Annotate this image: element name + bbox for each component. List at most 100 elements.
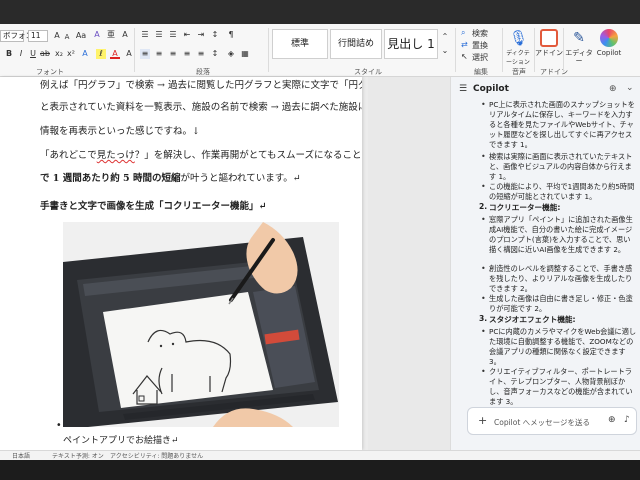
distribute-icon[interactable]: ≡ bbox=[196, 49, 206, 59]
copilot-title: Copilot bbox=[473, 84, 509, 94]
style-group-label: スタイル bbox=[354, 68, 382, 76]
underline-icon[interactable]: U bbox=[28, 49, 38, 59]
copilot-input-placeholder: Copilot へメッセージを送る bbox=[494, 418, 591, 427]
editor-pen-icon: ✎ bbox=[573, 30, 585, 46]
show-marks-icon[interactable]: ¶ bbox=[226, 30, 236, 40]
bullet-dot: • bbox=[481, 100, 486, 109]
doc-text-bold: で 1 週間あたり約 5 時間の短縮 bbox=[40, 173, 181, 184]
align-right-icon[interactable]: ≡ bbox=[168, 49, 178, 59]
divider bbox=[455, 28, 456, 72]
bullet-dot: • bbox=[481, 294, 486, 303]
search-icon[interactable]: ⌕ bbox=[461, 28, 465, 38]
font-color-icon[interactable]: A bbox=[110, 49, 120, 59]
document-page[interactable]: 例えば「円グラフ」で検索 → 過去に閲覧した円グラフと実際に文字で「円グラフ」 … bbox=[0, 77, 362, 450]
copilot-bullet-text: クリエイティブフィルター、ポートレートライト、テレプロンプター、人物背景削ぼかし… bbox=[489, 367, 633, 406]
copilot-logo-icon bbox=[600, 29, 618, 47]
microphone-icon[interactable]: ♪ bbox=[624, 415, 630, 425]
doc-text-flagged: 見たっけ bbox=[96, 150, 135, 161]
text-prediction-status[interactable]: テキスト予測: オン bbox=[52, 451, 104, 460]
doc-text: 「あれどこで bbox=[40, 150, 97, 161]
char-shading-icon[interactable]: A bbox=[124, 49, 134, 59]
plus-icon[interactable]: + bbox=[478, 414, 487, 427]
select-icon[interactable]: ↖ bbox=[461, 52, 468, 61]
select-button[interactable]: 選択 bbox=[472, 52, 488, 63]
find-button[interactable]: 検索 bbox=[472, 28, 488, 39]
voice-group-label: 音声 bbox=[512, 68, 526, 76]
section-title: スタジオエフェクト機能: bbox=[489, 315, 576, 324]
microphone-icon: 🎙 bbox=[509, 29, 529, 47]
italic-icon[interactable]: I bbox=[16, 49, 26, 59]
grow-font-button[interactable]: A bbox=[52, 31, 62, 41]
divider bbox=[502, 28, 503, 72]
line-spacing-icon[interactable]: ↕ bbox=[210, 49, 220, 59]
style-normal[interactable]: 標準 bbox=[272, 29, 328, 59]
copilot-bullet-text: 創造性のレベルを調整することで、手書き感を残したり、よりリアルな画像を生成したり… bbox=[489, 264, 633, 293]
enclose-char-icon[interactable]: A bbox=[120, 30, 130, 40]
replace-button[interactable]: 置換 bbox=[472, 40, 488, 51]
tablet-drawing-photo bbox=[63, 222, 339, 427]
font-group-label: フォント bbox=[36, 68, 64, 76]
new-chat-icon[interactable]: ⊕ bbox=[609, 84, 617, 94]
language-status[interactable]: 日本語 bbox=[12, 451, 30, 460]
superscript-icon[interactable]: x² bbox=[66, 49, 76, 59]
bullet-dot: • bbox=[481, 367, 486, 376]
dictate-label: ディクテーション bbox=[506, 50, 530, 66]
accessibility-status[interactable]: アクセシビリティ: 問題ありません bbox=[110, 451, 203, 460]
doc-line-5: で 1 週間あたり約 5 時間の短縮が叶うと謳われています。↵ bbox=[40, 170, 301, 184]
font-size-dropdown[interactable]: 11 bbox=[28, 30, 48, 42]
status-bar: 日本語 テキスト予測: オン アクセシビリティ: 問題ありません bbox=[0, 450, 640, 460]
doc-text: ？」を解決し、作業再開がとてもスムーズになることから bbox=[134, 150, 362, 161]
numbering-icon[interactable]: ☰ bbox=[154, 30, 164, 40]
addin-label: アドイン bbox=[535, 49, 563, 57]
bullet-dot: • bbox=[481, 152, 486, 161]
shading-icon[interactable]: ◈ bbox=[226, 49, 236, 59]
copilot-bullet-text: PC上に表示された画面のスナップショットをリアルタイムに保存し、キーワードを入力… bbox=[489, 100, 635, 149]
doc-line-3: 情報を再表示といった感じですね。↓ bbox=[40, 126, 200, 137]
borders-icon[interactable]: ▦ bbox=[240, 49, 250, 59]
doc-line-1: 例えば「円グラフ」で検索 → 過去に閲覧した円グラフと実際に文字で「円グラフ」 bbox=[40, 80, 362, 91]
highlight-icon[interactable]: ℓ bbox=[96, 49, 106, 59]
editor-button[interactable]: ✎ エディター bbox=[565, 29, 593, 65]
bullets-icon[interactable]: ☰ bbox=[140, 30, 150, 40]
decrease-indent-icon[interactable]: ⇤ bbox=[182, 30, 192, 40]
text-effect-icon[interactable]: A bbox=[80, 49, 90, 59]
font-name-dropdown[interactable]: ボフォント bbox=[0, 30, 41, 42]
divider bbox=[563, 28, 564, 72]
shrink-font-button[interactable]: A bbox=[62, 32, 72, 42]
edit-group-label: 編集 bbox=[474, 68, 488, 76]
copilot-bullet-text: PCに内蔵のカメラやマイクをWeb会議に適した環境に自動調整する機能で、ZOOM… bbox=[489, 327, 637, 366]
styles-more-icon[interactable]: ⌄ bbox=[440, 46, 450, 56]
image-caption: ペイントアプリでお絵描き↵ bbox=[63, 436, 179, 446]
clear-format-icon[interactable]: A bbox=[92, 30, 102, 40]
dictate-button[interactable]: 🎙 ディクテーション bbox=[504, 29, 532, 67]
doc-heading: 手書きと文字で画像を生成「コクリエーター機能」↵ bbox=[40, 201, 267, 212]
section-number: 2. bbox=[479, 202, 488, 211]
strike-icon[interactable]: ab bbox=[40, 49, 50, 59]
addin-button[interactable]: アドイン bbox=[535, 29, 563, 57]
align-left-icon[interactable]: ≡ bbox=[140, 49, 150, 59]
doc-line-2: と表示されていた資料を一覧表示、施設の名前で検索 → 過去に調べた施設に関する bbox=[40, 102, 362, 113]
style-no-spacing[interactable]: 行間詰め bbox=[330, 29, 382, 59]
bullet-dot: • bbox=[481, 182, 486, 191]
chevron-down-icon[interactable]: ⌄ bbox=[626, 83, 634, 93]
copilot-bullet-text: 生成した画像は自由に書き足し・修正・色塗りが可能です 2。 bbox=[489, 294, 633, 313]
subscript-icon[interactable]: x₂ bbox=[54, 49, 64, 59]
increase-indent-icon[interactable]: ⇥ bbox=[196, 30, 206, 40]
copilot-message-input[interactable]: + Copilot へメッセージを送る ⊕ ♪ bbox=[467, 407, 637, 435]
addin-icon bbox=[540, 29, 558, 47]
menu-icon[interactable]: ☰ bbox=[459, 84, 467, 94]
align-center-icon[interactable]: ≡ bbox=[154, 49, 164, 59]
multilevel-icon[interactable]: ☰ bbox=[168, 30, 178, 40]
copilot-ribbon-button[interactable]: Copilot bbox=[593, 29, 625, 57]
styles-scroll-up-icon[interactable]: ⌃ bbox=[440, 32, 450, 42]
change-case-button[interactable]: Aa bbox=[74, 31, 88, 41]
sort-icon[interactable]: ↕ bbox=[210, 30, 220, 40]
divider bbox=[134, 28, 135, 72]
phonetic-icon[interactable]: 亜 bbox=[106, 30, 116, 40]
replace-icon[interactable]: ⇄ bbox=[461, 40, 468, 49]
style-heading1[interactable]: 見出し 1 bbox=[384, 29, 438, 59]
globe-icon[interactable]: ⊕ bbox=[608, 415, 616, 425]
bold-icon[interactable]: B bbox=[4, 49, 14, 59]
copilot-bullet-text: 検索は実際に画面に表示されていたテキストと、画像やビジュアルの内容自体から行えま… bbox=[489, 152, 633, 181]
justify-icon[interactable]: ≡ bbox=[182, 49, 192, 59]
